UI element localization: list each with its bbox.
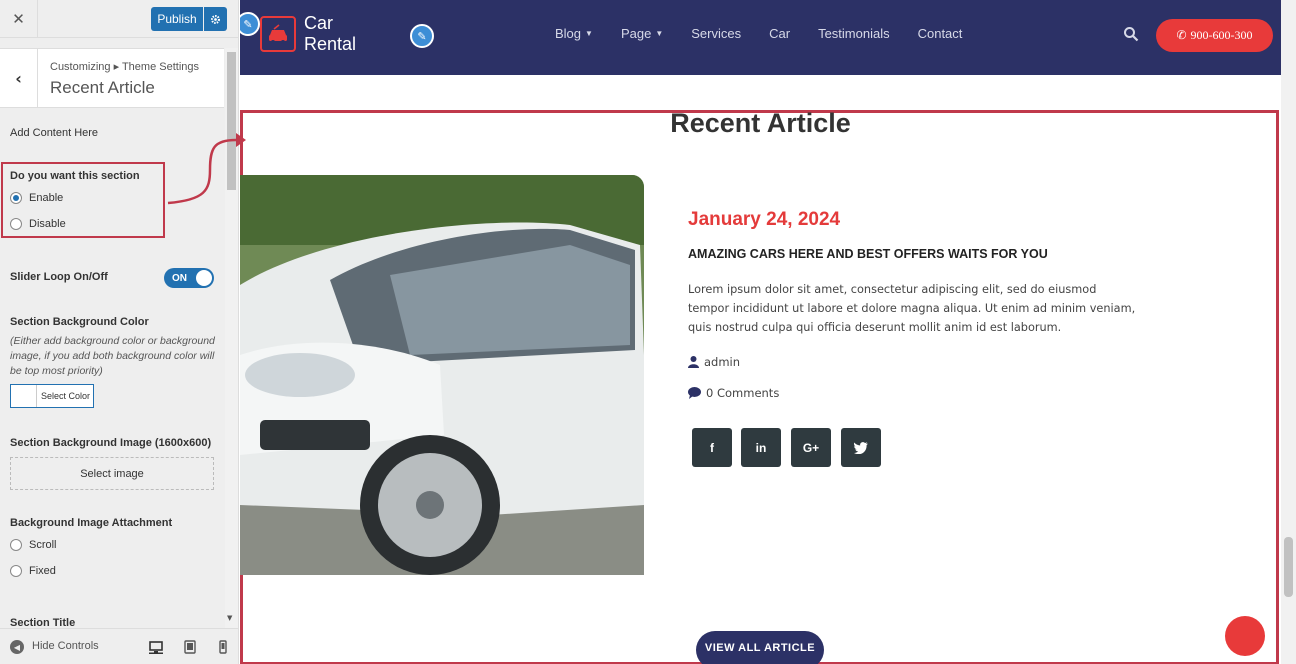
customizer-sidebar: ✕ Publish ‹ Customizing ▸ Theme Settings… — [0, 0, 239, 664]
slider-loop-toggle[interactable]: ON — [164, 268, 214, 288]
radio-disable-indicator[interactable] — [10, 218, 22, 230]
hide-controls-icon[interactable]: ◀ — [10, 640, 24, 654]
twitter-icon[interactable] — [841, 428, 881, 467]
slider-loop-label: Slider Loop On/Off — [10, 271, 108, 283]
select-color-button[interactable]: Select Color — [10, 384, 94, 408]
linkedin-icon[interactable]: in — [741, 428, 781, 467]
radio-fixed-indicator[interactable] — [10, 565, 22, 577]
phone-icon: ✆ — [1176, 28, 1187, 42]
toggle-knob — [196, 270, 212, 286]
bg-color-label: Section Background Color — [10, 316, 149, 328]
site-logo-text[interactable]: Car Rental — [304, 13, 356, 55]
controls-panel: Add Content Here Do you want this sectio… — [0, 108, 224, 629]
nav-page-label: Page — [620, 26, 652, 41]
caret-down-icon: ▼ — [655, 29, 664, 38]
phone-number: 900-600-300 — [1190, 28, 1253, 42]
nav-blog-label: Blog — [555, 26, 582, 41]
site-header: ✎ Car Rental ✎ Blog ▼ Page ▼ Services Car … — [240, 0, 1281, 75]
radio-enable-indicator[interactable] — [10, 192, 22, 204]
nav-testimonials[interactable]: Testimonials — [818, 26, 890, 41]
bg-attachment-label: Background Image Attachment — [10, 517, 173, 529]
nav-contact[interactable]: Contact — [918, 26, 963, 41]
customizer-footer: ◀ Hide Controls — [0, 628, 238, 664]
nav-car[interactable]: Car — [769, 26, 790, 41]
author-name: admin — [704, 355, 741, 369]
radio-scroll[interactable]: Scroll — [10, 539, 57, 551]
sidebar-scroll-thumb[interactable] — [227, 52, 236, 190]
select-color-label: Select Color — [41, 391, 91, 401]
search-icon[interactable] — [1123, 26, 1139, 42]
floating-action-button[interactable] — [1225, 616, 1265, 656]
back-chevron-icon[interactable]: ‹ — [0, 49, 38, 108]
edit-pencil-icon[interactable]: ✎ — [240, 12, 260, 36]
comment-icon — [688, 387, 701, 399]
add-content-label: Add Content Here — [10, 127, 99, 139]
nav-page[interactable]: Page ▼ — [621, 26, 663, 41]
facebook-icon[interactable]: f — [692, 428, 732, 467]
toggle-state: ON — [172, 272, 187, 284]
article-excerpt: Lorem ipsum dolor sit amet, consectetur … — [688, 283, 1136, 334]
mobile-preview-icon[interactable] — [216, 640, 230, 654]
gear-icon[interactable] — [204, 7, 227, 31]
bg-color-description: (Either add background color or backgrou… — [10, 335, 215, 377]
tablet-preview-icon[interactable] — [183, 640, 197, 654]
caret-down-icon: ▼ — [585, 29, 593, 38]
desktop-preview-icon[interactable] — [149, 640, 163, 654]
radio-enable-label: Enable — [29, 192, 64, 204]
radio-disable[interactable]: Disable — [10, 218, 66, 230]
section-heading: Recent Article — [670, 108, 851, 138]
hide-controls-button[interactable]: Hide Controls — [32, 640, 99, 652]
radio-scroll-label: Scroll — [29, 539, 57, 551]
section-title: Recent Article — [50, 78, 155, 97]
car-logo-icon — [260, 16, 296, 52]
article-image[interactable] — [240, 175, 644, 575]
publish-button[interactable]: Publish — [151, 7, 203, 31]
logo-line-1: Car — [304, 13, 334, 33]
radio-fixed[interactable]: Fixed — [10, 565, 56, 577]
google-plus-icon[interactable]: G+ — [791, 428, 831, 467]
nav-blog[interactable]: Blog ▼ — [555, 26, 593, 41]
close-icon[interactable]: ✕ — [0, 0, 38, 38]
article-title[interactable]: AMAZING CARS HERE AND BEST OFFERS WAITS … — [688, 247, 1048, 261]
article-date: January 24, 2024 — [688, 209, 841, 230]
phone-button[interactable]: ✆ 900-600-300 — [1156, 19, 1273, 52]
customizer-window: ✕ Publish ‹ Customizing ▸ Theme Settings… — [0, 0, 1296, 664]
color-swatch — [11, 385, 37, 407]
radio-scroll-indicator[interactable] — [10, 539, 22, 551]
edit-pencil-icon[interactable]: ✎ — [410, 24, 434, 48]
article-author: admin — [688, 355, 740, 369]
section-header: ‹ Customizing ▸ Theme Settings Recent Ar… — [0, 48, 224, 108]
radio-fixed-label: Fixed — [29, 565, 56, 577]
section-toggle-label: Do you want this section — [10, 170, 140, 182]
radio-disable-label: Disable — [29, 218, 66, 230]
customizer-topbar: ✕ Publish — [0, 0, 238, 38]
bg-image-label: Section Background Image (1600x600) — [10, 437, 212, 449]
comments-count: 0 Comments — [706, 386, 780, 400]
nav-services[interactable]: Services — [691, 26, 741, 41]
site-preview: ✎ Car Rental ✎ Blog ▼ Page ▼ Services Car … — [240, 0, 1296, 664]
breadcrumb: Customizing ▸ Theme Settings — [50, 61, 199, 73]
logo-line-2: Rental — [304, 34, 357, 54]
radio-enable[interactable]: Enable — [10, 192, 63, 204]
main-nav: Blog ▼ Page ▼ Services Car Testimonials Co… — [555, 26, 990, 41]
preview-scroll-thumb[interactable] — [1284, 537, 1293, 597]
view-all-article-button[interactable]: VIEW ALL ARTICLE — [696, 631, 824, 664]
select-image-button[interactable]: Select image — [10, 457, 214, 490]
scroll-down-arrow-icon[interactable]: ▼ — [227, 614, 232, 622]
user-icon — [688, 356, 699, 368]
article-comments[interactable]: 0 Comments — [688, 386, 779, 400]
